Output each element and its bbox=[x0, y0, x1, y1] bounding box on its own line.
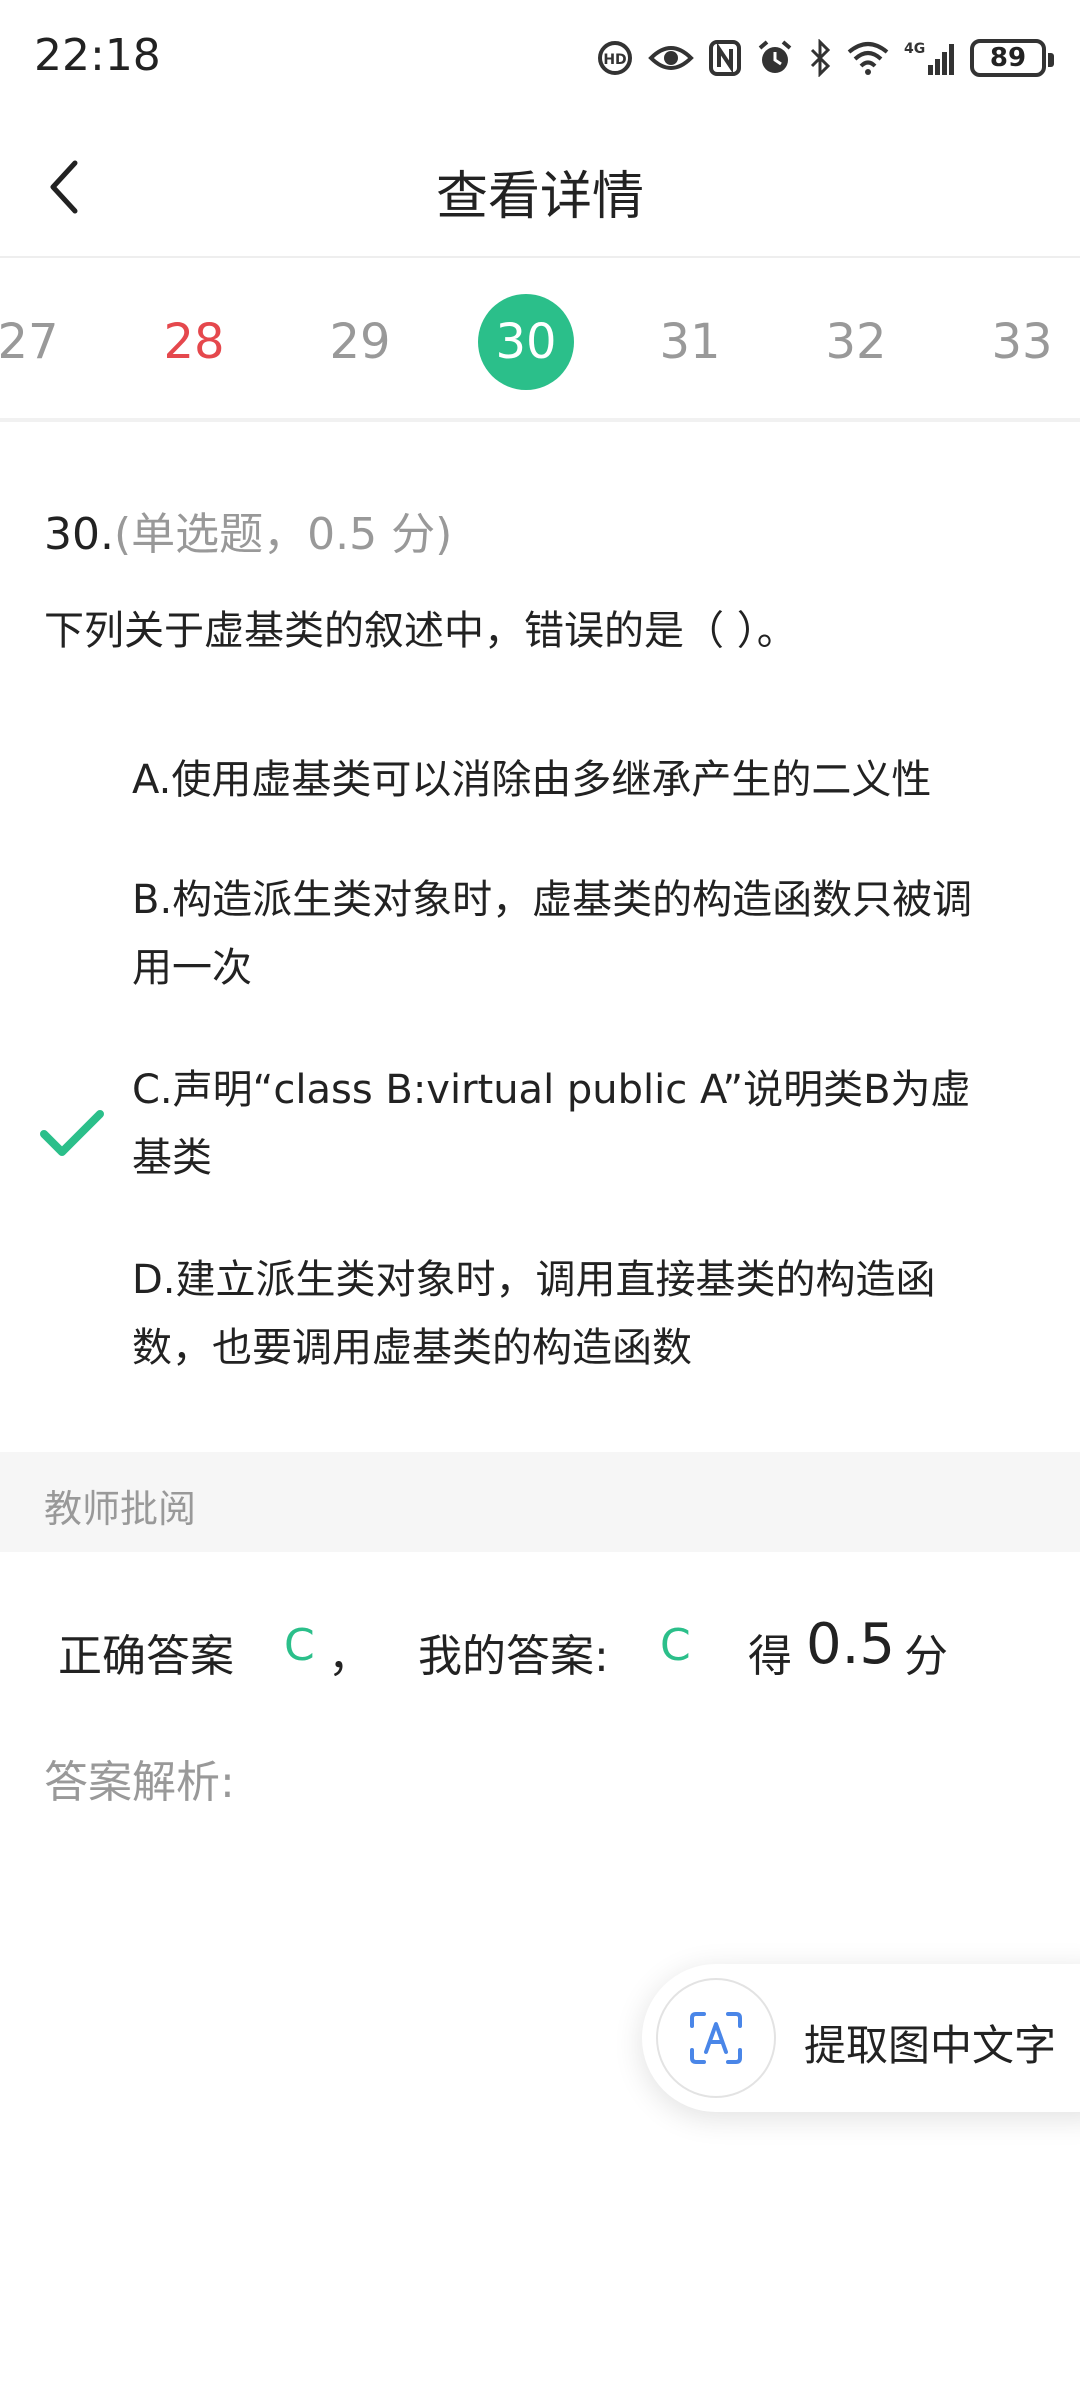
question-meta: (单选题，0.5 分) bbox=[113, 509, 453, 560]
option-d[interactable]: D.建立派生类对象时，调用直接基类的构造函 数，也要调用虚基类的构造函数 bbox=[132, 1246, 1032, 1382]
nfc-icon bbox=[709, 40, 741, 76]
score-suffix: 分 bbox=[904, 1631, 948, 1682]
question-tab[interactable]: 31 bbox=[642, 294, 738, 390]
option-text-line2: 基类 bbox=[132, 1135, 212, 1181]
question-tab[interactable]: 32 bbox=[808, 294, 904, 390]
question-number: 30. bbox=[44, 509, 114, 560]
teacher-review-section: 教师批阅 bbox=[0, 1452, 1080, 1552]
text-scan-icon bbox=[690, 2012, 742, 2064]
extract-text-button[interactable]: 提取图中文字 bbox=[642, 1964, 1080, 2112]
svg-text:4G: 4G bbox=[904, 41, 925, 57]
answer-row: 正确答案 C ， 我的答案: C 得 0.5 分 bbox=[58, 1612, 1058, 1690]
wifi-icon bbox=[847, 42, 889, 75]
question-header: 30.(单选题，0.5 分) bbox=[44, 498, 452, 562]
option-text-line1: D.建立派生类对象时，调用直接基类的构造函 bbox=[132, 1257, 936, 1303]
answer-comma: ， bbox=[328, 1631, 372, 1682]
text-scan-icon-wrap bbox=[656, 1978, 776, 2098]
correct-answer-value: C bbox=[284, 1620, 315, 1671]
teacher-review-label: 教师批阅 bbox=[44, 1487, 197, 1531]
status-time: 22:18 bbox=[34, 30, 161, 81]
question-tab[interactable]: 29 bbox=[312, 294, 408, 390]
checkmark-icon bbox=[40, 1110, 104, 1156]
svg-text:HD: HD bbox=[603, 52, 626, 68]
question-tab-active[interactable]: 30 bbox=[478, 294, 574, 390]
question-tab[interactable]: 27 bbox=[0, 294, 76, 390]
alarm-icon bbox=[758, 40, 792, 73]
option-text-line1: B.构造派生类对象时，虚基类的构造函数只被调 bbox=[132, 877, 973, 923]
4g-signal-icon: 4G bbox=[904, 41, 954, 75]
option-text-line2: 用一次 bbox=[132, 945, 252, 991]
status-icons: HD 4G 89 bbox=[596, 30, 1054, 86]
option-text: A.使用虚基类可以消除由多继承产生的二义性 bbox=[132, 757, 932, 803]
correct-answer-label: 正确答案 bbox=[58, 1631, 234, 1682]
battery-icon: 89 bbox=[970, 39, 1054, 77]
question-tab[interactable]: 28 bbox=[146, 294, 242, 390]
my-answer-value: C bbox=[660, 1620, 691, 1671]
extract-text-label: 提取图中文字 bbox=[804, 2021, 1057, 2070]
option-text-line1: C.声明“class B:virtual public A”说明类B为虚 bbox=[132, 1067, 971, 1113]
score-value: 0.5 bbox=[806, 1612, 896, 1677]
question-stem: 下列关于虚基类的叙述中，错误的是（ ）。 bbox=[44, 608, 797, 654]
bluetooth-icon bbox=[810, 39, 831, 77]
score-prefix: 得 bbox=[748, 1631, 792, 1682]
option-c[interactable]: C.声明“class B:virtual public A”说明类B为虚 基类 bbox=[132, 1056, 1032, 1192]
my-answer-label: 我的答案: bbox=[418, 1631, 609, 1682]
page-title: 查看详情 bbox=[435, 167, 644, 227]
question-tab[interactable]: 33 bbox=[974, 294, 1070, 390]
hd-call-icon: HD bbox=[598, 41, 632, 75]
question-number-tabs: 27 28 29 30 31 32 33 bbox=[0, 258, 1080, 422]
header: 查看详情 bbox=[0, 118, 1080, 258]
option-a[interactable]: A.使用虚基类可以消除由多继承产生的二义性 bbox=[132, 746, 1032, 814]
eye-icon bbox=[648, 46, 694, 70]
answer-analysis-label: 答案解析: bbox=[44, 1757, 235, 1808]
option-text-line2: 数，也要调用虚基类的构造函数 bbox=[132, 1325, 692, 1371]
battery-level: 89 bbox=[989, 43, 1027, 73]
option-b[interactable]: B.构造派生类对象时，虚基类的构造函数只被调 用一次 bbox=[132, 866, 1032, 1002]
status-bar: 22:18 HD 4G 89 bbox=[0, 0, 1080, 118]
